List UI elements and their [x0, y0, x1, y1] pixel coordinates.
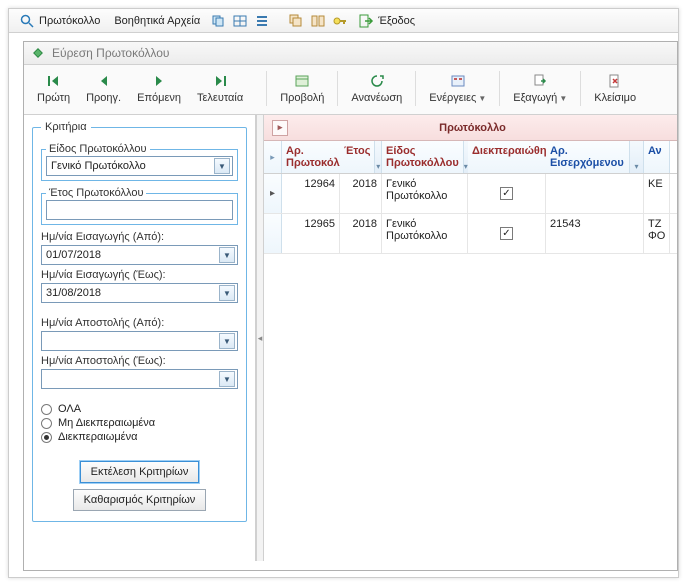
year-input[interactable] — [46, 200, 233, 220]
chevron-down-icon: ▼ — [214, 158, 230, 174]
year-fieldset: Έτος Πρωτοκόλλου — [41, 187, 238, 225]
chevron-down-icon: ▼ — [478, 94, 486, 103]
export-button[interactable]: Εξαγωγή▼ — [506, 69, 574, 108]
year-legend: Έτος Πρωτοκόλλου — [46, 187, 146, 199]
subwindow-title: Εύρεση Πρωτοκόλλου — [52, 46, 169, 60]
grid-icon[interactable] — [232, 13, 248, 29]
menu-protocol[interactable]: Πρωτόκολλο — [15, 11, 104, 31]
col-an[interactable]: Αν — [644, 141, 670, 173]
close-button[interactable]: Κλείσιμο — [587, 69, 643, 108]
chevron-down-icon: ▼ — [219, 285, 235, 301]
actions-button[interactable]: Ενέργειες▼ — [422, 69, 493, 108]
splitter[interactable]: ◂ — [256, 115, 264, 561]
clear-criteria-button[interactable]: Καθαρισμός Κριτηρίων — [73, 489, 207, 511]
col-diek[interactable]: Διεκπεραιώθηκε ▾ — [468, 141, 546, 173]
row-indicator: ▸ — [264, 174, 282, 213]
send-from-input[interactable]: ▼ — [41, 331, 238, 351]
nav-first-button[interactable]: Πρώτη — [30, 69, 77, 108]
diamond-icon — [30, 45, 46, 61]
radio-done[interactable]: Διεκπεραιωμένα — [41, 431, 238, 443]
run-criteria-button[interactable]: Εκτέλεση Κριτηρίων — [80, 461, 200, 483]
nav-next-button[interactable]: Επόμενη — [130, 69, 188, 108]
filter-icon[interactable]: ▾ — [629, 141, 643, 173]
insert-to-input[interactable]: 31/08/2018 ▼ — [41, 283, 238, 303]
last-icon — [212, 73, 228, 89]
col-eidos[interactable]: Είδος Πρωτοκόλλου ▾ — [382, 141, 468, 173]
band-knob[interactable]: ▸ — [272, 120, 288, 136]
checkbox-icon: ✓ — [500, 227, 513, 240]
cell: ΚΕ — [644, 174, 670, 213]
table-row[interactable]: 129652018Γενικό Πρωτόκολλο ✓ 21543ΤΖ ΦΟ — [264, 214, 677, 254]
cell: 21543 — [546, 214, 644, 253]
chevron-down-icon: ▼ — [219, 333, 235, 349]
search-icon — [19, 13, 35, 29]
menu-aux-label: Βοηθητικά Αρχεία — [114, 15, 200, 27]
cell — [546, 174, 644, 213]
col-eis[interactable]: Αρ. Εισερχόμενου ▾ — [546, 141, 644, 173]
radio-icon — [41, 418, 52, 429]
col-etos[interactable]: Έτος ▾ — [340, 141, 382, 173]
menu-aux[interactable]: Βοηθητικά Αρχεία — [110, 13, 204, 29]
view-icon — [294, 73, 310, 89]
nav-last-button[interactable]: Τελευταία — [190, 69, 250, 108]
cell: 2018 — [340, 214, 382, 253]
menu-protocol-label: Πρωτόκολλο — [39, 15, 100, 27]
cell-checkbox[interactable]: ✓ — [468, 174, 546, 213]
copy-icon[interactable] — [210, 13, 226, 29]
menu-exit[interactable]: Έξοδος — [354, 11, 419, 31]
chevron-down-icon: ▼ — [559, 94, 567, 103]
radio-icon — [41, 432, 52, 443]
list-icon[interactable] — [254, 13, 270, 29]
send-from-label: Ημ/νία Αποστολής (Από): — [41, 317, 238, 329]
type-combo[interactable]: Γενικό Πρωτόκολλο ▼ — [46, 156, 233, 176]
filter-icon[interactable]: ▾ — [374, 141, 381, 173]
type-fieldset: Είδος Πρωτοκόλλου Γενικό Πρωτόκολλο ▼ — [41, 143, 238, 181]
cell: ΤΖ ΦΟ — [644, 214, 670, 253]
criteria-fieldset: Κριτήρια Είδος Πρωτοκόλλου Γενικό Πρωτόκ… — [32, 121, 247, 522]
next-icon — [151, 73, 167, 89]
stack-icon[interactable] — [288, 13, 304, 29]
radio-pending[interactable]: Μη Διεκπεραιωμένα — [41, 417, 238, 429]
insert-to-label: Ημ/νία Εισαγωγής (Έως): — [41, 269, 238, 281]
chevron-down-icon: ▼ — [219, 371, 235, 387]
nav-prev-button[interactable]: Προηγ. — [79, 69, 128, 108]
radio-icon — [41, 404, 52, 415]
send-to-input[interactable]: ▼ — [41, 369, 238, 389]
send-to-label: Ημ/νία Αποστολής (Έως): — [41, 355, 238, 367]
row-header-knob[interactable]: ▸ — [264, 141, 282, 173]
type-legend: Είδος Πρωτοκόλλου — [46, 143, 150, 155]
cell-checkbox[interactable]: ✓ — [468, 214, 546, 253]
insert-from-label: Ημ/νία Εισαγωγής (Από): — [41, 231, 238, 243]
insert-from-input[interactable]: 01/07/2018 ▼ — [41, 245, 238, 265]
row-indicator — [264, 214, 282, 253]
actions-icon — [450, 73, 466, 89]
grip-icon: ◂ — [258, 333, 263, 344]
grid-band-title: Πρωτόκολλο — [298, 122, 647, 134]
cell: 2018 — [340, 174, 382, 213]
criteria-legend: Κριτήρια — [41, 121, 91, 133]
col-ar[interactable]: Αρ. Πρωτοκόλλου ▾ — [282, 141, 340, 173]
cell: Γενικό Πρωτόκολλο — [382, 174, 468, 213]
refresh-icon — [369, 73, 385, 89]
chevron-down-icon: ▼ — [219, 247, 235, 263]
radio-all[interactable]: ΟΛΑ — [41, 403, 238, 415]
first-icon — [46, 73, 62, 89]
close-doc-icon — [607, 73, 623, 89]
table-row[interactable]: ▸129642018Γενικό Πρωτόκολλο ✓ ΚΕ — [264, 174, 677, 214]
exit-icon — [358, 13, 374, 29]
export-icon — [532, 73, 548, 89]
key-icon[interactable] — [332, 13, 348, 29]
prev-icon — [96, 73, 112, 89]
menu-exit-label: Έξοδος — [378, 15, 415, 27]
view-button[interactable]: Προβολή — [273, 69, 331, 108]
cell: Γενικό Πρωτόκολλο — [382, 214, 468, 253]
refresh-button[interactable]: Ανανέωση — [344, 69, 409, 108]
cell: 12965 — [282, 214, 340, 253]
cards-icon[interactable] — [310, 13, 326, 29]
checkbox-icon: ✓ — [500, 187, 513, 200]
cell: 12964 — [282, 174, 340, 213]
